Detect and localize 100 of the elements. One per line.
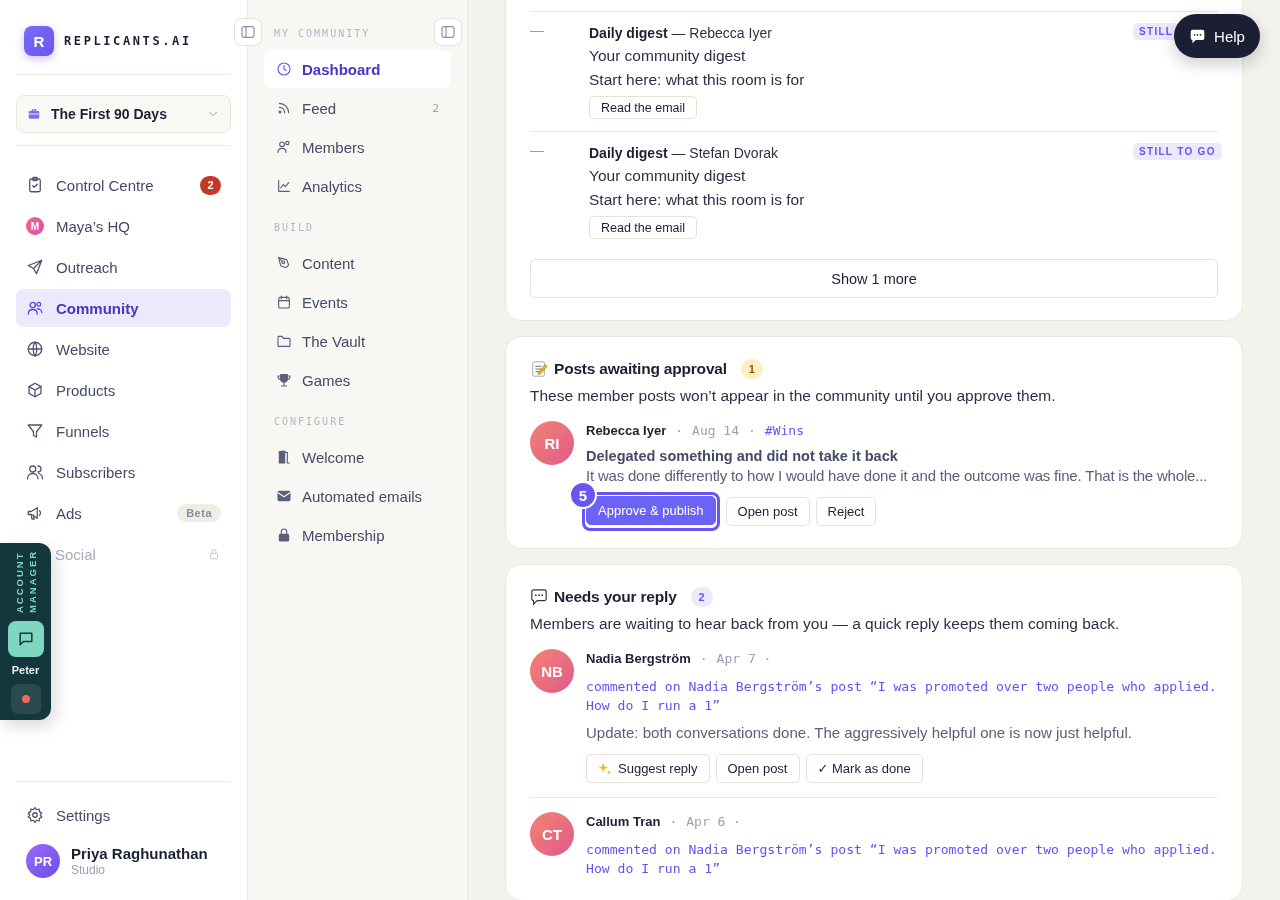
- nav-item[interactable]: Content: [264, 244, 451, 282]
- avatar: RI: [530, 421, 574, 465]
- megaphone-icon: [26, 504, 44, 522]
- box-icon: [26, 381, 44, 399]
- comment-context[interactable]: commented on Nadia Bergström’s post “I was promoted over two people who applied. How do I run a 1”: [586, 840, 1218, 878]
- author-name: Callum Tran: [586, 813, 661, 829]
- nav-item[interactable]: Outreach: [16, 248, 231, 286]
- nav-item[interactable]: Control Centre 2: [16, 166, 231, 204]
- nav-item[interactable]: Automated emails: [264, 477, 451, 515]
- lock-icon: [276, 527, 292, 543]
- dash: —: [530, 22, 545, 40]
- avatar: M: [26, 217, 44, 235]
- card-description: These member posts won’t appear in the community until you approve them.: [530, 387, 1057, 405]
- nav-item[interactable]: Analytics: [264, 167, 451, 205]
- calendar-icon: [276, 294, 292, 310]
- nav-item[interactable]: Website: [16, 330, 231, 368]
- nav-item[interactable]: Feed 2: [264, 89, 451, 127]
- count-badge: 1: [740, 359, 763, 379]
- approve-button[interactable]: Approve & publish: [586, 496, 716, 525]
- settings-icon: [26, 806, 44, 824]
- section-label: BUILD: [273, 222, 316, 233]
- card-description: Members are waiting to hear back from you — a quick reply keeps them coming back.: [530, 615, 1121, 633]
- speech-bubble-icon: [530, 588, 548, 606]
- nav-item[interactable]: Dashboard: [264, 50, 451, 88]
- beta-tag: Beta: [177, 504, 221, 522]
- sidebar-toggle-button[interactable]: [234, 18, 262, 46]
- count-badge: 2: [200, 175, 221, 195]
- action-button[interactable]: Open post: [715, 754, 800, 783]
- chat-button[interactable]: [7, 621, 44, 657]
- post-date: Apr 6 ·: [686, 813, 742, 829]
- email-title: Daily digest — Rebecca Iyer: [589, 24, 773, 43]
- card-title: Posts awaiting approval: [554, 360, 727, 378]
- email-subject: Your community digest: [589, 166, 747, 186]
- post-excerpt: It was done differently to how I would have done it and the outcome was fine. That is the whole...: [586, 467, 1209, 484]
- email-lesson: Start here: what this room is for: [589, 70, 806, 90]
- record-button[interactable]: [10, 684, 41, 714]
- separator-dot: ·: [748, 422, 756, 438]
- nav-item[interactable]: Members: [264, 128, 451, 166]
- trophy-icon: [276, 372, 292, 388]
- separator-dot: ·: [699, 650, 708, 666]
- memo-icon: [530, 360, 548, 378]
- nav-item[interactable]: Games: [264, 361, 451, 399]
- topic-tag[interactable]: #Wins: [764, 422, 804, 438]
- nav-item[interactable]: The Vault: [264, 322, 451, 360]
- sparkle-icon: [598, 761, 612, 776]
- card-title: Needs your reply: [554, 588, 677, 606]
- read-email-button[interactable]: Read the email: [589, 96, 698, 119]
- mail-icon: [276, 488, 292, 504]
- clock-icon: [276, 61, 292, 77]
- globe-icon: [26, 340, 44, 358]
- post-date: Apr 7 ·: [716, 650, 772, 666]
- nav-item[interactable]: Funnels: [16, 412, 231, 450]
- people-icon: [276, 139, 292, 155]
- section-label: CONFIGURE: [273, 416, 348, 427]
- author-name: Nadia Bergström: [586, 650, 691, 666]
- users-icon: [26, 463, 44, 481]
- pen-icon: [276, 255, 292, 271]
- action-button[interactable]: Open post: [725, 497, 810, 526]
- brand-name: REPLICANTS.AI: [64, 34, 192, 48]
- workspace-select[interactable]: The First 90 Days: [16, 95, 231, 133]
- comment-text: Update: both conversations done. The aggressively helpful one is now just helpful.: [586, 724, 1133, 741]
- post-title: Delegated something and did not take it back: [586, 448, 899, 464]
- user-name: Priya Raghunathan: [71, 845, 208, 862]
- author-name: Rebecca Iyer: [586, 422, 667, 438]
- nav-item[interactable]: Events: [264, 283, 451, 321]
- dash: —: [530, 142, 545, 160]
- panel-title: ACCOUNT MANAGER: [12, 553, 39, 613]
- section-label: MY COMMUNITY: [273, 28, 372, 39]
- read-email-button[interactable]: Read the email: [589, 216, 698, 239]
- nav-item[interactable]: Welcome: [264, 438, 451, 476]
- show-more-button[interactable]: Show 1 more: [530, 259, 1218, 298]
- people-icon: [26, 299, 44, 317]
- help-button[interactable]: Help: [1174, 14, 1260, 58]
- status-tag: STILL TO GO: [1133, 143, 1222, 160]
- nav-item[interactable]: Subscribers: [16, 453, 231, 491]
- email-subject: Your community digest: [589, 46, 747, 66]
- suggest-reply-button[interactable]: Suggest reply: [586, 754, 710, 783]
- funnel-icon: [26, 422, 44, 440]
- sidebar-toggle-icon: [240, 24, 256, 40]
- logo: R: [24, 26, 54, 56]
- nav-item[interactable]: M Maya’s HQ: [16, 207, 231, 245]
- paper-plane-icon: [26, 258, 44, 276]
- chat-icon: [1189, 27, 1207, 45]
- nav-item[interactable]: Membership: [264, 516, 451, 554]
- folder-icon: [276, 333, 292, 349]
- nav-item[interactable]: Community: [16, 289, 231, 327]
- avatar: CT: [530, 812, 574, 856]
- sidebar-toggle-button[interactable]: [434, 18, 462, 46]
- action-button[interactable]: Reject: [815, 497, 877, 526]
- count-badge: 2: [690, 587, 713, 607]
- nav-item[interactable]: Products: [16, 371, 231, 409]
- separator-dot: ·: [675, 422, 684, 438]
- settings-link[interactable]: Settings: [16, 796, 231, 834]
- nav-item[interactable]: Ads Beta: [16, 494, 231, 532]
- separator-dot: ·: [669, 813, 678, 829]
- comment-context[interactable]: commented on Nadia Bergström’s post “I was promoted over two people who applied. How do I run a 1”: [586, 677, 1218, 715]
- action-button[interactable]: ✓ Mark as done: [805, 754, 923, 783]
- clipboard-icon: [26, 176, 44, 194]
- user-avatar: PR: [26, 844, 60, 878]
- avatar: NB: [530, 649, 574, 693]
